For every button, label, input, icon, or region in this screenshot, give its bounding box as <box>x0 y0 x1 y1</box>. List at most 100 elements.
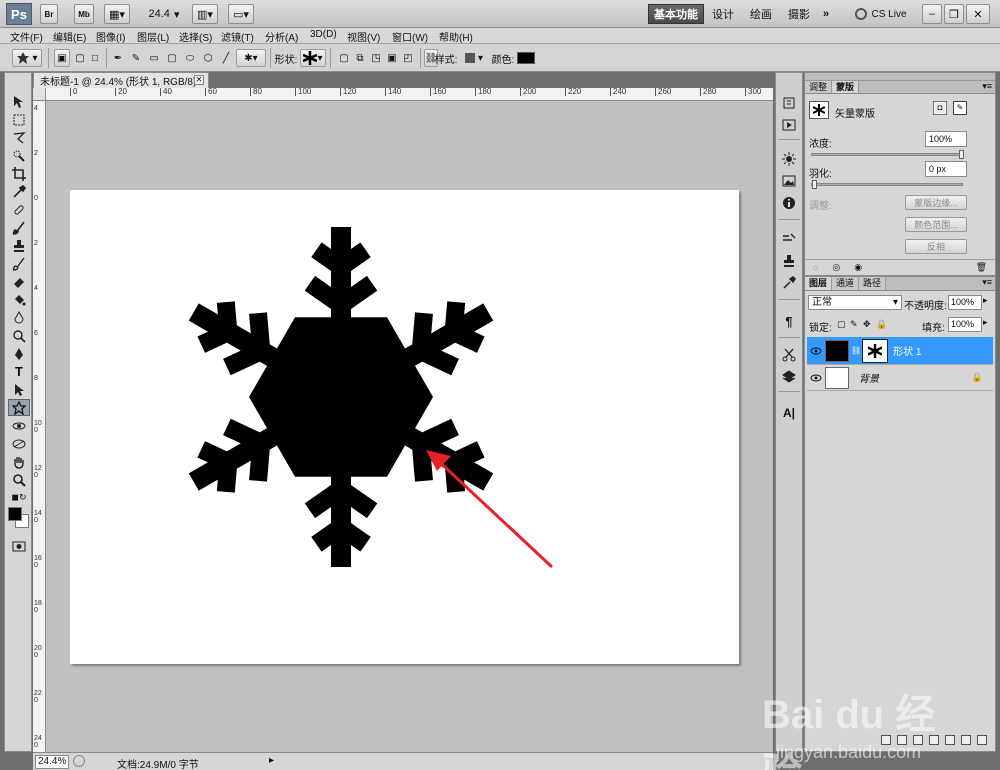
3d-panel-button[interactable] <box>780 347 798 363</box>
feather-slider[interactable] <box>811 180 963 189</box>
type-tool[interactable]: T <box>8 363 30 380</box>
lock-transparency-icon[interactable]: ▢ <box>837 319 846 330</box>
dodge-tool[interactable] <box>8 327 30 344</box>
marquee-tool[interactable] <box>8 111 30 128</box>
swap-colors-button[interactable]: ◼↻ <box>8 491 30 503</box>
layer-row-background[interactable]: 背景 🔒 <box>807 365 993 391</box>
clone-source-button[interactable] <box>780 253 798 269</box>
workspace-painting[interactable]: 绘画 <box>746 4 776 24</box>
pixel-mask-button[interactable]: ◘ <box>933 101 947 115</box>
layer-row-shape[interactable]: ⛓ 形状 1 <box>807 337 993 365</box>
lock-pixels-icon[interactable]: ✎ <box>850 319 858 330</box>
link-icon[interactable]: ⛓ <box>851 346 861 355</box>
apply-mask-icon[interactable]: ◎ <box>832 262 840 273</box>
new-layer-icon[interactable] <box>961 735 971 745</box>
screen-mode-button[interactable]: ▭▾ <box>228 4 254 24</box>
fill-pixels-mode[interactable]: □ <box>88 49 102 67</box>
custom-shape-tool[interactable] <box>8 399 30 416</box>
mini-bridge-button[interactable]: Mb <box>74 4 94 24</box>
menu-layer[interactable]: 图层(L) <box>137 29 169 44</box>
history-panel-button[interactable] <box>780 95 798 111</box>
tool-preset-picker[interactable]: ▾ <box>12 49 42 67</box>
paths-mode[interactable]: ▢ <box>72 49 88 67</box>
paint-bucket-tool[interactable] <box>8 291 30 308</box>
arrange-documents-button[interactable]: ▥▾ <box>192 4 218 24</box>
adjustments-panel-button[interactable] <box>780 151 798 167</box>
blur-tool[interactable] <box>8 309 30 326</box>
hand-tool[interactable] <box>8 453 30 470</box>
fill-input[interactable]: 100% <box>948 317 982 332</box>
vector-mask-button[interactable]: ✎ <box>953 101 967 115</box>
brush-presets-button[interactable] <box>780 231 798 247</box>
crop-tool[interactable] <box>8 165 30 182</box>
snowflake-shape[interactable] <box>70 190 739 664</box>
visibility-eye-icon[interactable]: ◉ <box>854 262 862 273</box>
brush-tool[interactable] <box>8 219 30 236</box>
ellipse-option[interactable]: ⬭ <box>182 49 198 67</box>
new-group-icon[interactable] <box>945 735 955 745</box>
vertical-ruler[interactable]: 4 2 0 2 4 6 8 100 120 140 160 180 200 220 240 <box>33 101 46 752</box>
zoom-level-dropdown[interactable]: 24.4 ▾ <box>146 4 182 24</box>
rectangle-option[interactable]: ▭ <box>146 49 162 67</box>
add-to-shape-option[interactable]: ⧉ <box>352 49 368 67</box>
quick-mask-button[interactable] <box>8 537 30 554</box>
background-thumbnail[interactable] <box>825 366 849 389</box>
bridge-button[interactable]: Br <box>40 4 58 24</box>
workspace-more[interactable]: » <box>818 4 834 24</box>
foreground-color[interactable] <box>8 507 22 521</box>
add-mask-icon[interactable] <box>913 735 923 745</box>
eraser-tool[interactable] <box>8 273 30 290</box>
pen-tool-option[interactable]: ✒ <box>110 49 126 67</box>
visibility-eye-icon[interactable] <box>809 371 823 385</box>
custom-shape-option[interactable]: ✱▾ <box>236 49 266 67</box>
cs-live-button[interactable]: CS Live <box>852 4 910 24</box>
tab-masks[interactable]: 蒙版 <box>832 81 860 93</box>
opacity-arrow-icon[interactable]: ▸ <box>983 295 988 306</box>
lock-position-icon[interactable]: ✥ <box>863 319 871 330</box>
menu-help[interactable]: 帮助(H) <box>439 29 473 44</box>
3d-orbit-tool[interactable] <box>8 435 30 452</box>
vector-mask-layer-thumbnail[interactable] <box>862 338 889 363</box>
navigator-panel-button[interactable] <box>780 173 798 189</box>
status-arrow-icon[interactable]: ▸ <box>269 755 274 766</box>
menu-analysis[interactable]: 分析(A) <box>265 29 298 44</box>
eyedropper-tool[interactable] <box>8 183 30 200</box>
tool-presets-button[interactable] <box>780 275 798 291</box>
menu-edit[interactable]: 编辑(E) <box>53 29 86 44</box>
paragraph-panel-button[interactable]: ¶ <box>780 313 798 329</box>
shape-picker[interactable]: ▾ <box>300 49 326 67</box>
visibility-eye-icon[interactable] <box>809 344 823 358</box>
layer-name[interactable]: 形状 1 <box>893 343 921 358</box>
fill-arrow-icon[interactable]: ▸ <box>983 317 988 328</box>
menu-file[interactable]: 文件(F) <box>10 29 43 44</box>
rounded-rectangle-option[interactable]: ▢ <box>164 49 180 67</box>
tab-channels[interactable]: 通道 <box>832 277 860 290</box>
blend-mode-dropdown[interactable]: 正常 ▾ <box>808 295 902 310</box>
canvas[interactable] <box>70 190 739 664</box>
workspace-photography[interactable]: 摄影 <box>784 4 814 24</box>
tab-paths[interactable]: 路径 <box>859 277 887 290</box>
layers-menu-icon[interactable]: ▾≡ <box>982 277 995 290</box>
load-selection-icon[interactable]: ◌ <box>813 263 818 273</box>
workspace-design[interactable]: 设计 <box>708 4 738 24</box>
ruler-origin[interactable] <box>33 88 46 101</box>
density-input[interactable]: 100% <box>925 131 967 147</box>
menu-select[interactable]: 选择(S) <box>179 29 212 44</box>
menu-3d[interactable]: 3D(D) <box>310 29 337 40</box>
layer-fill-thumbnail[interactable] <box>825 339 849 362</box>
minimize-button[interactable]: – <box>922 4 942 24</box>
close-document-icon[interactable]: ✕ <box>194 75 204 85</box>
menu-window[interactable]: 窗口(W) <box>392 29 428 44</box>
color-range-button[interactable]: 颜色范围... <box>905 217 967 232</box>
shape-layers-mode[interactable]: ▣ <box>54 49 70 67</box>
horizontal-ruler[interactable]: 0 20 40 60 80 100 120 140 160 180 200 220 240 260 280 3… <box>46 88 773 101</box>
exclude-shape-option[interactable]: ◰ <box>400 49 416 67</box>
lasso-tool[interactable] <box>8 129 30 146</box>
style-picker[interactable]: ▾ <box>462 49 486 67</box>
info-panel-button[interactable] <box>780 195 798 211</box>
layer-name[interactable]: 背景 <box>859 370 879 385</box>
color-swatch[interactable] <box>516 49 536 67</box>
tab-layers[interactable]: 图层 <box>805 277 833 290</box>
subtract-shape-option[interactable]: ◳ <box>368 49 384 67</box>
invert-button[interactable]: 反相 <box>905 239 967 254</box>
